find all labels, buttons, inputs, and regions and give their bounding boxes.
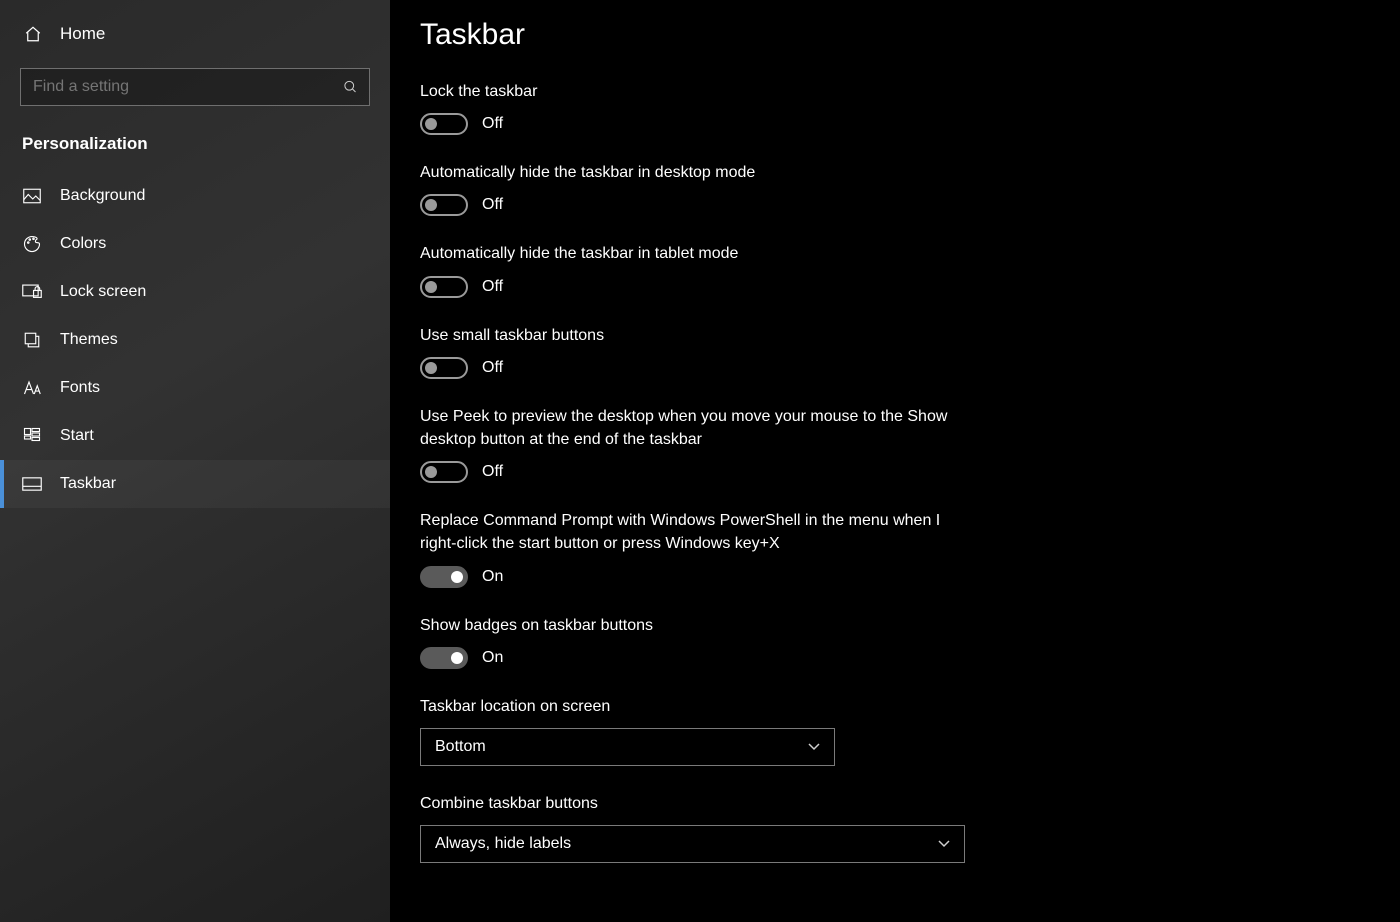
search-input[interactable]: [20, 68, 370, 106]
taskbar-icon: [22, 477, 42, 491]
toggle-peek[interactable]: [420, 461, 468, 483]
sidebar-item-colors[interactable]: Colors: [0, 220, 390, 268]
setting-label: Automatically hide the taskbar in deskto…: [420, 161, 980, 184]
dropdown-value: Bottom: [435, 738, 486, 756]
image-icon: [22, 188, 42, 204]
toggle-state: Off: [482, 115, 503, 133]
toggle-badges[interactable]: [420, 647, 468, 669]
toggle-state: On: [482, 568, 503, 586]
setting-label: Replace Command Prompt with Windows Powe…: [420, 509, 980, 555]
setting-powershell: Replace Command Prompt with Windows Powe…: [420, 509, 980, 587]
home-button[interactable]: Home: [0, 10, 390, 58]
toggle-state: Off: [482, 359, 503, 377]
sidebar-item-label: Themes: [60, 331, 118, 349]
toggle-state: Off: [482, 463, 503, 481]
setting-label: Show badges on taskbar buttons: [420, 614, 980, 637]
nav-list: Background Colors Lock screen: [0, 172, 390, 508]
dropdown-value: Always, hide labels: [435, 835, 571, 853]
toggle-powershell[interactable]: [420, 566, 468, 588]
setting-label: Use Peek to preview the desktop when you…: [420, 405, 980, 451]
fonts-icon: [22, 380, 42, 396]
sidebar-item-label: Taskbar: [60, 475, 116, 493]
setting-lock-taskbar: Lock the taskbar Off: [420, 80, 980, 135]
setting-taskbar-location: Taskbar location on screen Bottom: [420, 695, 980, 766]
start-icon: [22, 427, 42, 445]
setting-combine-buttons: Combine taskbar buttons Always, hide lab…: [420, 792, 980, 863]
search-icon: [343, 80, 358, 95]
chevron-down-icon: [808, 743, 820, 751]
section-title: Personalization: [0, 124, 390, 172]
themes-icon: [22, 331, 42, 349]
setting-small-buttons: Use small taskbar buttons Off: [420, 324, 980, 379]
setting-autohide-tablet: Automatically hide the taskbar in tablet…: [420, 242, 980, 297]
toggle-small-buttons[interactable]: [420, 357, 468, 379]
sidebar-item-label: Background: [60, 187, 145, 205]
setting-peek: Use Peek to preview the desktop when you…: [420, 405, 980, 483]
sidebar-item-start[interactable]: Start: [0, 412, 390, 460]
sidebar-item-background[interactable]: Background: [0, 172, 390, 220]
chevron-down-icon: [938, 840, 950, 848]
toggle-state: Off: [482, 196, 503, 214]
sidebar-item-fonts[interactable]: Fonts: [0, 364, 390, 412]
sidebar-item-themes[interactable]: Themes: [0, 316, 390, 364]
setting-label: Taskbar location on screen: [420, 695, 980, 718]
toggle-state: On: [482, 649, 503, 667]
sidebar-item-lock-screen[interactable]: Lock screen: [0, 268, 390, 316]
sidebar-item-label: Start: [60, 427, 94, 445]
home-label: Home: [60, 24, 105, 44]
lock-screen-icon: [22, 284, 42, 300]
main-content: Taskbar Lock the taskbar Off Automatical…: [390, 0, 1400, 922]
toggle-autohide-tablet[interactable]: [420, 276, 468, 298]
sidebar-item-label: Colors: [60, 235, 106, 253]
setting-label: Automatically hide the taskbar in tablet…: [420, 242, 980, 265]
page-title: Taskbar: [420, 18, 1370, 52]
setting-label: Lock the taskbar: [420, 80, 980, 103]
sidebar-item-taskbar[interactable]: Taskbar: [0, 460, 390, 508]
sidebar: Home Personalization Background: [0, 0, 390, 922]
home-icon: [24, 25, 42, 43]
setting-badges: Show badges on taskbar buttons On: [420, 614, 980, 669]
toggle-autohide-desktop[interactable]: [420, 194, 468, 216]
setting-autohide-desktop: Automatically hide the taskbar in deskto…: [420, 161, 980, 216]
dropdown-combine-buttons[interactable]: Always, hide labels: [420, 825, 965, 863]
setting-label: Use small taskbar buttons: [420, 324, 980, 347]
sidebar-item-label: Fonts: [60, 379, 100, 397]
toggle-lock-taskbar[interactable]: [420, 113, 468, 135]
sidebar-item-label: Lock screen: [60, 283, 146, 301]
search-container: [0, 58, 390, 124]
setting-label: Combine taskbar buttons: [420, 792, 980, 815]
dropdown-taskbar-location[interactable]: Bottom: [420, 728, 835, 766]
palette-icon: [22, 235, 42, 253]
toggle-state: Off: [482, 278, 503, 296]
